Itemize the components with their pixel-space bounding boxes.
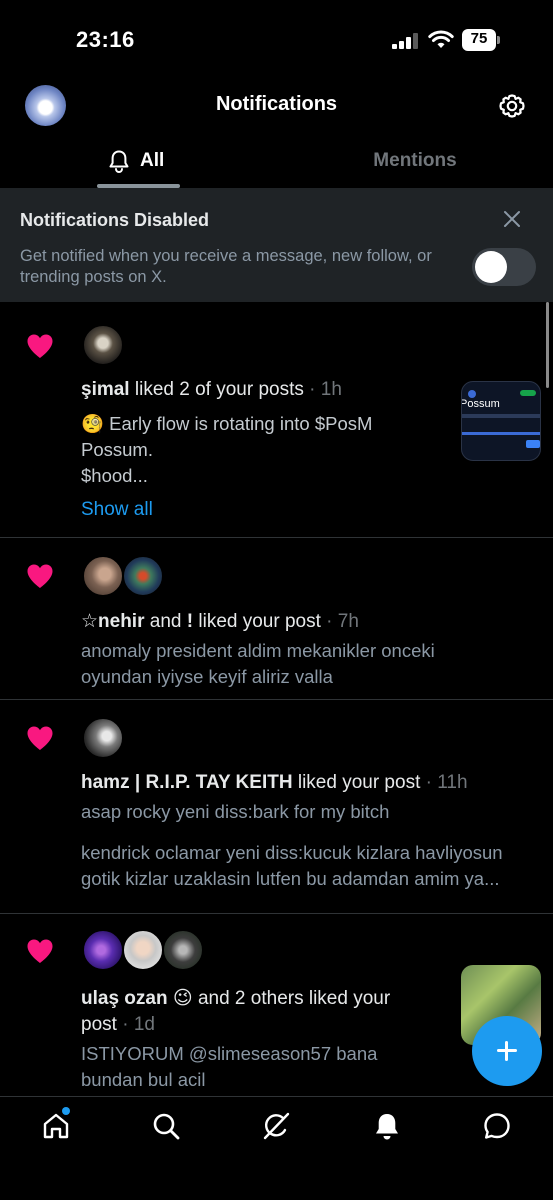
post-preview: anomaly president aldim mekanikler oncek… [81,640,435,687]
grok-icon[interactable] [261,1111,291,1141]
settings-gear-icon[interactable] [498,92,526,120]
avatar[interactable] [122,555,164,597]
notification-summary: ☆nehir and ! liked your post · 7h [81,611,359,632]
battery-level: 75 [470,30,488,47]
notification-item[interactable]: hamz | R.I.P. TAY KEITH liked your post … [0,700,553,914]
header: Notifications [0,80,553,132]
timestamp: 1d [133,1014,155,1035]
messages-icon[interactable] [482,1111,512,1141]
avatar[interactable] [82,929,124,971]
avatar[interactable] [82,324,124,366]
user-name[interactable]: ulaş ozan [81,988,168,1009]
status-time: 23:16 [76,27,135,52]
search-icon[interactable] [151,1111,181,1141]
notification-summary: hamz | R.I.P. TAY KEITH liked your post … [81,772,468,793]
banner-text: Get notified when you receive a message,… [20,247,432,286]
user-name[interactable]: hamz | R.I.P. TAY KEITH [81,772,293,793]
user-name[interactable]: ☆nehir [81,611,145,632]
wink-emoji: 😉 [172,988,193,1009]
heart-icon [27,334,53,358]
bottom-nav [0,1096,553,1200]
user-name[interactable]: şimal [81,379,130,400]
cellular-signal-icon [392,33,418,49]
status-bar: 23:16 75 [0,0,553,80]
notification-tabs: All Mentions [0,140,553,188]
show-all-link[interactable]: Show all [81,499,153,521]
close-icon[interactable] [502,209,522,229]
bell-icon [109,150,129,173]
post-preview: 🧐 Early flow is rotating into $PosM Poss… [81,413,373,486]
home-icon[interactable] [41,1111,71,1141]
avatar[interactable] [122,929,164,971]
battery-icon: 75 [462,29,500,51]
compose-button[interactable] [472,1016,542,1086]
notifications-icon[interactable] [372,1111,402,1141]
heart-icon [27,939,53,963]
unread-dot [62,1107,70,1115]
timestamp: 11h [437,772,468,793]
tab-mentions[interactable]: Mentions [340,150,490,190]
toggle-knob [475,251,507,283]
avatar[interactable] [162,929,204,971]
notification-item[interactable]: şimal liked 2 of your posts · 1h 🧐 Early… [0,302,553,538]
wifi-icon [428,30,454,48]
tab-all[interactable]: All [96,148,180,188]
heart-icon [27,726,53,750]
notifications-toggle[interactable] [472,248,536,286]
avatar[interactable] [82,555,124,597]
avatar[interactable] [82,717,124,759]
timestamp: 1h [320,379,342,400]
page-title: Notifications [215,93,338,115]
timestamp: 7h [337,611,359,632]
notification-item[interactable]: ☆nehir and ! liked your post · 7h anomal… [0,538,553,700]
tab-all-label: All [140,150,165,171]
post-preview: asap rocky yeni diss:bark for my bitch k… [81,801,503,889]
thumb-title: Possum [461,398,500,410]
heart-icon [27,564,53,588]
notification-summary: ulaş ozan 😉 and 2 others liked your post… [81,988,391,1035]
post-preview: ISTIYORUM @slimeseason57 bana bundan bul… [81,1043,378,1090]
banner-title: Notifications Disabled [20,210,210,230]
post-thumbnail[interactable]: Possum [461,381,541,461]
notifications-disabled-banner: Notifications Disabled Get notified when… [0,188,553,302]
notification-summary: şimal liked 2 of your posts · 1h [81,379,342,400]
